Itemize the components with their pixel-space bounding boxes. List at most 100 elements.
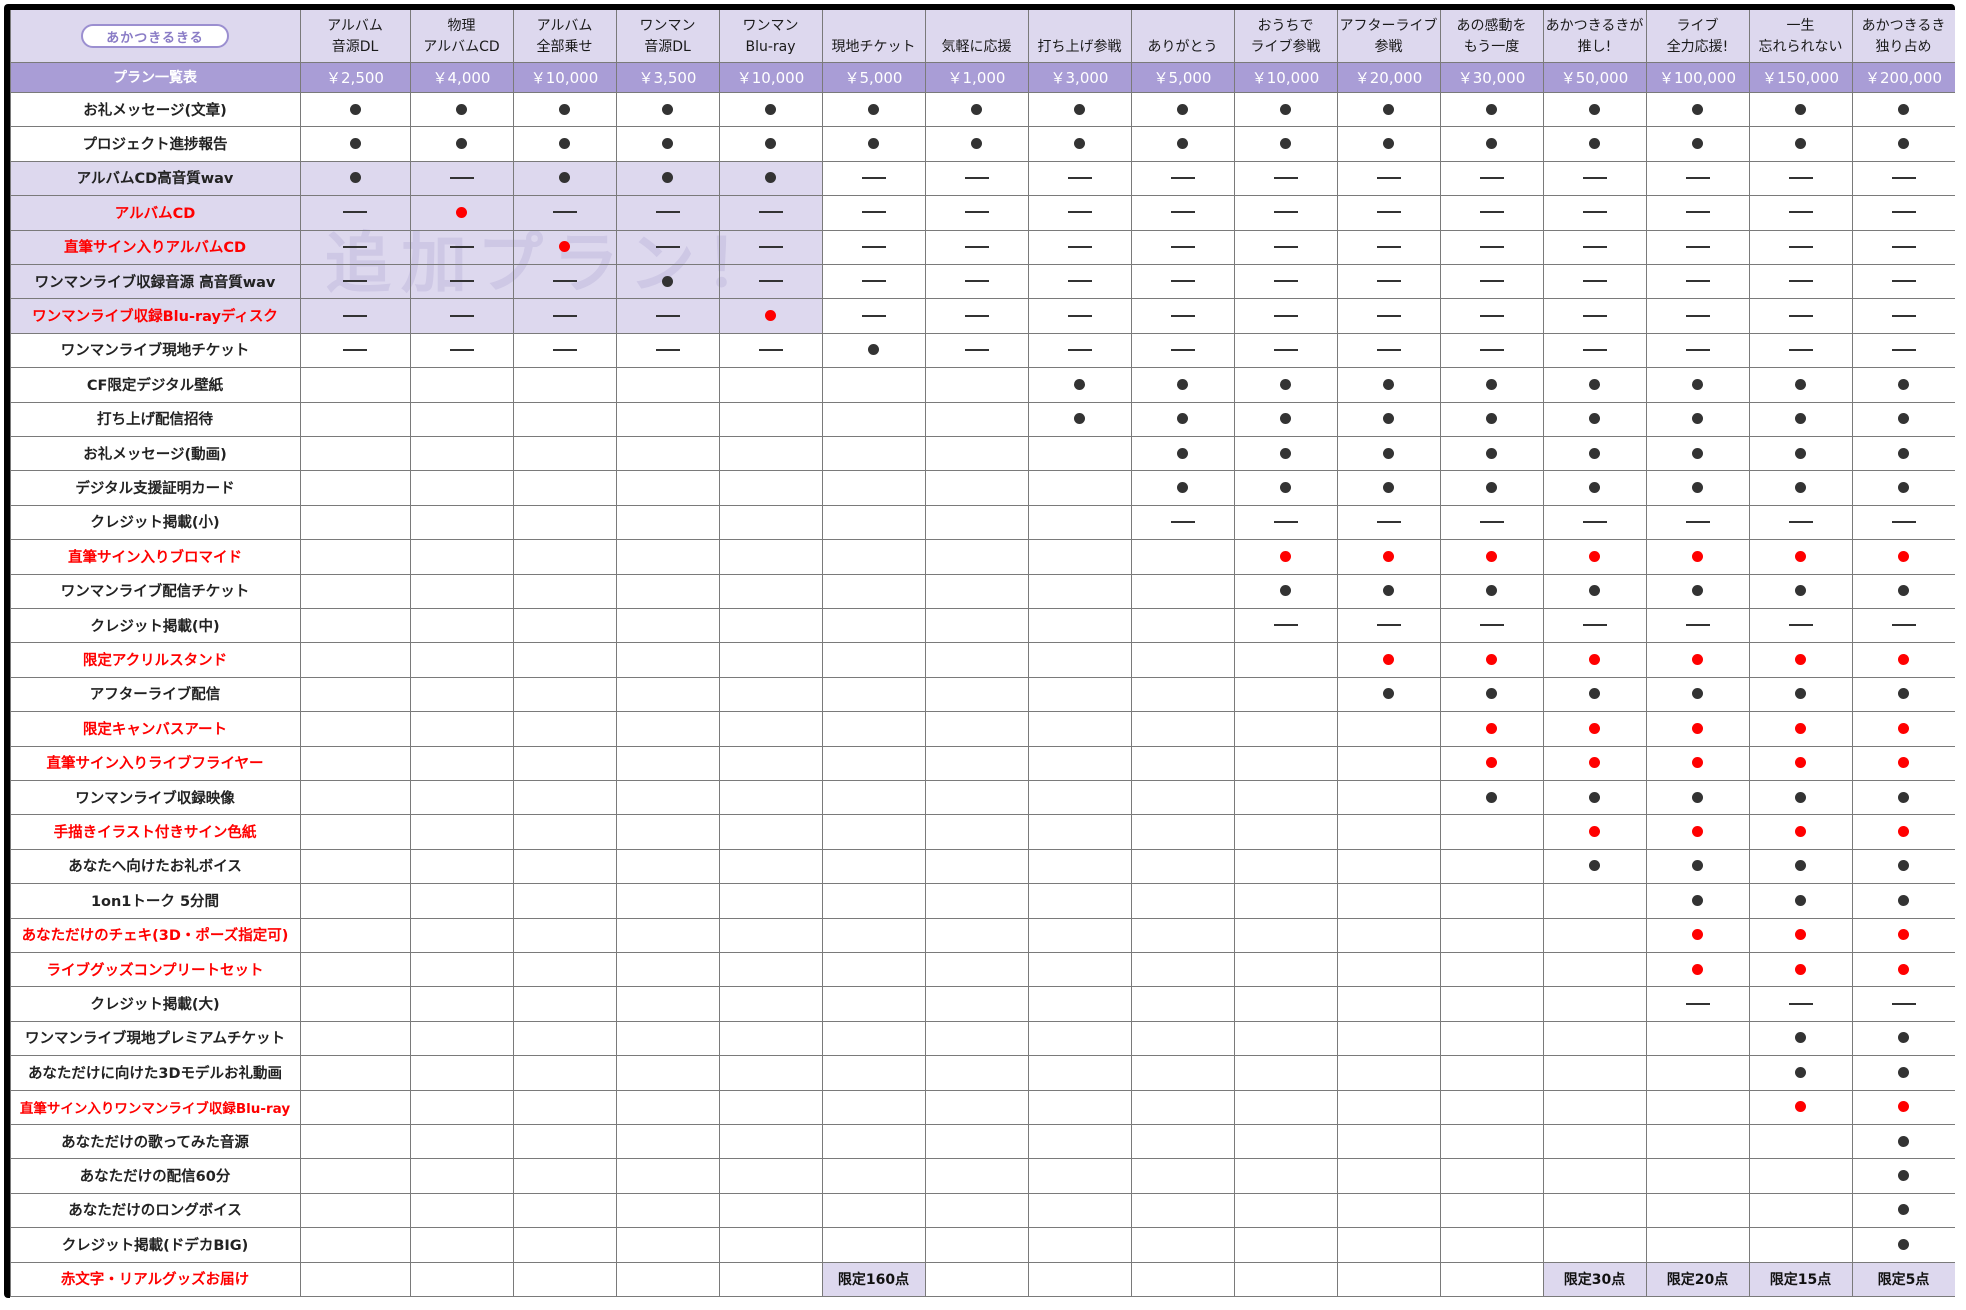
benefit-cell [1543, 92, 1646, 126]
benefit-cell [822, 333, 925, 367]
benefit-cell [1852, 849, 1955, 883]
included-dot [456, 103, 467, 115]
benefit-cell [1234, 298, 1337, 332]
grid-hline [10, 298, 1955, 299]
benefit-cell [300, 230, 410, 264]
grid-vline [513, 10, 514, 1296]
benefit-label: CF限定デジタル壁紙 [86, 377, 224, 394]
included-dot [1795, 1066, 1806, 1078]
benefit-cell [1543, 230, 1646, 264]
benefit-cell [1337, 677, 1440, 711]
included-red-dot [1898, 757, 1909, 769]
included-dot [1795, 791, 1806, 803]
row-label: あなただけのロングボイス [10, 1193, 300, 1227]
plan-price: ￥10,000 [736, 68, 805, 87]
row-label: 直筆サイン入りブロマイド [10, 539, 300, 573]
benefit-cell [1337, 436, 1440, 470]
plan-name: あかつきるきが 推し! [1545, 18, 1644, 55]
included-dot [1486, 138, 1497, 150]
not-included-dash [655, 211, 680, 214]
benefit-cell [1440, 195, 1543, 229]
benefit-label: 直筆サイン入りブロマイド [68, 549, 242, 566]
grid-hline [10, 436, 1955, 437]
not-included-dash [1479, 211, 1504, 214]
included-dot [1898, 447, 1909, 459]
benefit-cell [1440, 677, 1543, 711]
benefit-cell [1852, 126, 1955, 160]
benefit-cell [1440, 230, 1543, 264]
benefit-cell [616, 298, 719, 332]
included-dot [1692, 378, 1703, 390]
plan-name: 打ち上げ参戦 [1037, 39, 1122, 55]
benefit-cell [1852, 814, 1955, 848]
included-red-dot [1898, 963, 1909, 975]
included-dot [1486, 791, 1497, 803]
included-dot [1692, 447, 1703, 459]
row-label: クレジット掲載(ドデカBIG) [10, 1227, 300, 1261]
benefit-cell [1337, 195, 1440, 229]
benefit-cell [1852, 470, 1955, 504]
not-included-dash [343, 348, 367, 351]
benefit-cell [1028, 264, 1131, 298]
benefit-cell [1646, 264, 1749, 298]
included-dot [1280, 413, 1291, 425]
benefit-cell [1646, 470, 1749, 504]
benefit-cell [1131, 230, 1234, 264]
benefit-cell [925, 126, 1028, 160]
grid-vline [1440, 10, 1441, 1296]
benefit-cell [1749, 264, 1852, 298]
benefit-cell [1646, 780, 1749, 814]
not-included-dash [343, 211, 367, 214]
benefit-cell [1852, 883, 1955, 917]
not-included-dash [1891, 211, 1916, 214]
benefit-cell [1852, 1090, 1955, 1124]
benefit-cell [616, 230, 719, 264]
included-dot [1898, 585, 1909, 597]
plan-price: ￥50,000 [1560, 68, 1629, 87]
benefit-label: 直筆サイン入りアルバムCD [63, 240, 247, 257]
not-included-dash [1788, 176, 1813, 179]
benefit-cell [1852, 195, 1955, 229]
benefit-cell [1234, 574, 1337, 608]
benefit-cell [1131, 333, 1234, 367]
benefit-cell [1131, 436, 1234, 470]
included-red-dot [1692, 757, 1703, 769]
included-dot [1280, 585, 1291, 597]
included-dot [1795, 378, 1806, 390]
plan-price: ￥2,500 [326, 68, 384, 87]
benefit-cell [1749, 230, 1852, 264]
benefit-label: アルバムCD高音質wav [76, 171, 234, 188]
grid-hline [10, 814, 1955, 815]
row-label: お礼メッセージ(文章) [10, 92, 300, 126]
included-red-dot [1692, 929, 1703, 941]
not-included-dash [1788, 520, 1813, 523]
grid-hline [10, 677, 1955, 678]
included-dot [1177, 482, 1188, 494]
not-included-dash [1788, 348, 1813, 351]
benefit-cell [1749, 642, 1852, 676]
benefit-cell [1440, 264, 1543, 298]
benefit-cell [719, 230, 822, 264]
plan-price-cell: ￥10,000 [1234, 62, 1337, 92]
benefit-label: ワンマンライブ収録Blu-rayディスク [32, 309, 278, 326]
included-dot [1589, 447, 1600, 459]
benefit-cell [1234, 505, 1337, 539]
plan-price-cell: ￥2,500 [300, 62, 410, 92]
included-dot [1280, 138, 1291, 150]
benefit-label: 打ち上げ配信招待 [97, 412, 213, 429]
included-dot [1486, 103, 1497, 115]
plan-table: あかつきるきる アルバム 音源DL ￥2,500 物理 アルバムCD ￥4,000 アルバ… [10, 10, 1960, 1300]
included-red-dot [1692, 722, 1703, 734]
benefit-cell [1440, 161, 1543, 195]
not-included-dash [1788, 245, 1813, 248]
plan-name: ワンマン 音源DL [639, 18, 696, 55]
included-dot [971, 103, 982, 115]
grid-hline [10, 780, 1955, 781]
benefit-cell [1749, 470, 1852, 504]
not-included-dash [964, 245, 989, 248]
benefit-cell [1028, 367, 1131, 401]
benefit-label: 赤文字・リアルグッズお届け [60, 1272, 250, 1289]
included-red-dot [1486, 722, 1497, 734]
row-label: あなただけの歌ってみた音源 [10, 1124, 300, 1158]
included-red-dot [1898, 550, 1909, 562]
